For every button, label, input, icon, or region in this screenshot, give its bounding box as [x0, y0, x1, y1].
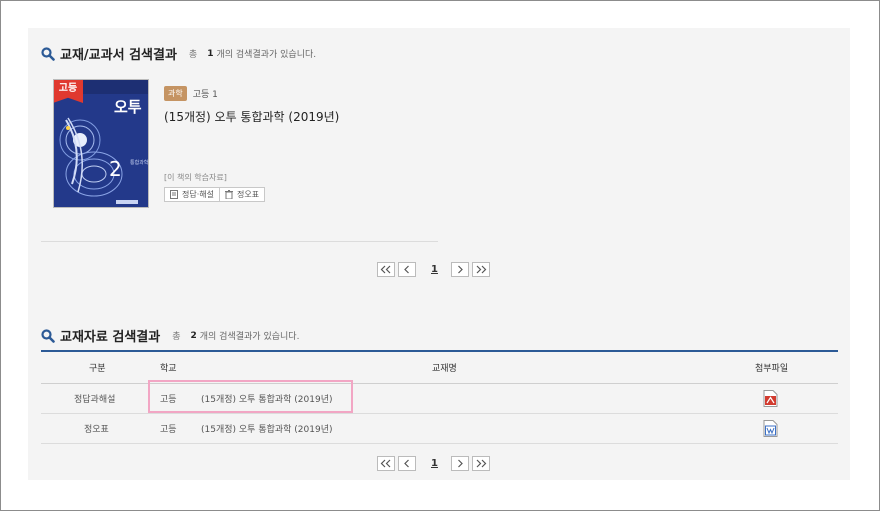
answer-solution-button[interactable]: 정답·해설	[164, 187, 220, 202]
column-header-school: 학교	[160, 364, 177, 374]
next-page-button[interactable]	[450, 456, 469, 471]
materials-buttons: 정답·해설 정오표	[164, 187, 266, 202]
result-count: 1	[207, 48, 214, 59]
first-page-button[interactable]	[377, 456, 395, 471]
prev-page-button[interactable]	[398, 456, 416, 471]
last-page-button[interactable]	[471, 456, 490, 471]
chevron-right-icon	[458, 265, 463, 274]
first-page-button[interactable]	[377, 262, 395, 277]
grade-text: 고등 1	[192, 90, 218, 100]
section-divider	[41, 241, 438, 242]
search-icon	[41, 328, 55, 343]
document-file-icon[interactable]	[763, 420, 778, 437]
row-category: 정답과해설	[74, 395, 116, 405]
double-chevron-left-icon	[380, 265, 391, 274]
textbook-results-header: 교재/교과서 검색결과 총 1 개의 검색결과가 있습니다.	[41, 44, 316, 63]
textbook-pagination: 1	[377, 262, 490, 277]
chevron-right-icon	[458, 459, 463, 468]
trash-icon	[224, 190, 233, 199]
table-row: 정오표 고등 (15개정) 오투 통합과학 (2019년)	[41, 414, 838, 444]
chevron-left-icon	[404, 459, 409, 468]
result-count: 2	[190, 330, 197, 341]
book-title-link[interactable]: (15개정) 오투 통합과학 (2019년)	[164, 108, 339, 125]
book-cover-image[interactable]: 오투 2 통합과학 고등	[53, 79, 149, 208]
chevron-left-icon	[404, 265, 409, 274]
book-info: 과학 고등 1 (15개정) 오투 통합과학 (2019년)	[164, 86, 339, 125]
last-page-button[interactable]	[471, 262, 490, 277]
page-number-link[interactable]: 1	[431, 458, 438, 469]
row-attachment[interactable]	[763, 414, 778, 443]
materials-label: [이 책의 학습자료]	[164, 173, 227, 182]
column-header-book-name: 교재명	[432, 364, 457, 374]
next-page-button[interactable]	[450, 262, 469, 277]
materials-results-title: 교재자료 검색결과	[60, 330, 161, 345]
materials-pagination: 1	[377, 456, 490, 471]
column-header-category: 구분	[89, 364, 106, 374]
highlight-box	[148, 380, 353, 413]
pdf-file-icon[interactable]	[763, 390, 778, 407]
double-chevron-right-icon	[476, 459, 487, 468]
svg-text:2: 2	[109, 157, 122, 181]
row-book-name: (15개정) 오투 통합과학 (2019년)	[201, 425, 333, 435]
materials-results-header: 교재자료 검색결과 총 2 개의 검색결과가 있습니다.	[41, 326, 299, 345]
result-count-suffix: 개의 검색결과가 있습니다.	[199, 332, 300, 342]
subject-tag: 과학	[164, 86, 187, 101]
double-chevron-left-icon	[380, 459, 391, 468]
errata-label: 정오표	[236, 190, 260, 199]
book-cover-art: 오투 2 통합과학	[54, 80, 149, 207]
double-chevron-right-icon	[476, 265, 487, 274]
search-icon	[41, 46, 55, 61]
document-icon	[170, 190, 178, 199]
total-label: 총	[188, 50, 198, 60]
column-header-attachment: 첨부파일	[755, 364, 789, 374]
row-attachment[interactable]	[763, 384, 778, 413]
page-number-link[interactable]: 1	[431, 264, 438, 275]
result-count-suffix: 개의 검색결과가 있습니다.	[216, 50, 317, 60]
svg-text:통합과학: 통합과학	[130, 159, 149, 166]
svg-text:오투: 오투	[114, 98, 142, 116]
row-category: 정오표	[84, 425, 109, 435]
total-label: 총	[172, 332, 181, 342]
textbook-results-title: 교재/교과서 검색결과	[60, 48, 177, 63]
errata-button[interactable]: 정오표	[219, 187, 266, 202]
answer-solution-label: 정답·해설	[182, 190, 214, 199]
prev-page-button[interactable]	[398, 262, 416, 277]
row-school: 고등	[160, 425, 177, 435]
